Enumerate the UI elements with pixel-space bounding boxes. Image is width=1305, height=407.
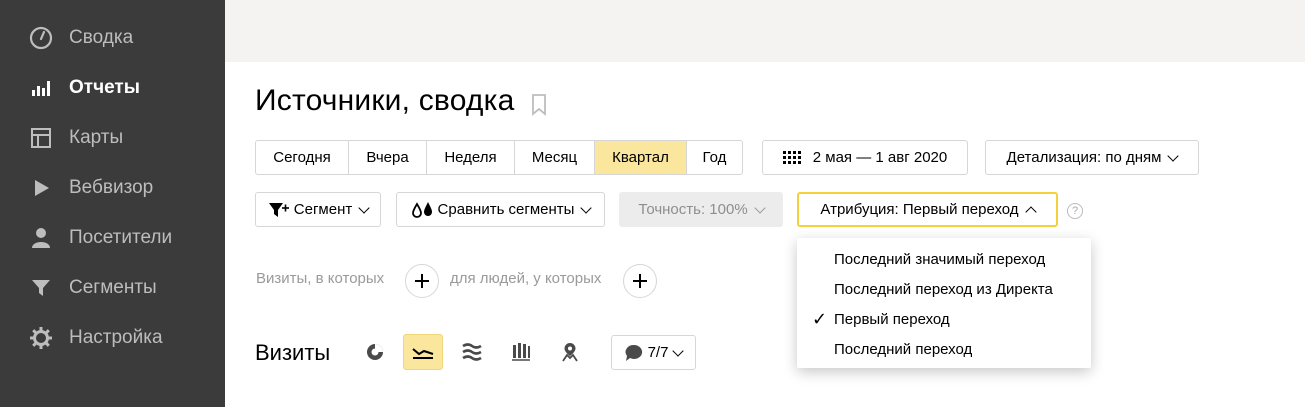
attribution-option-last[interactable]: Последний переход (797, 334, 1091, 364)
period-week-button[interactable]: Неделя (427, 141, 515, 174)
period-year-button[interactable]: Год (687, 141, 742, 174)
bookmark-icon[interactable] (531, 94, 547, 116)
plus-icon (633, 274, 647, 288)
period-quarter-button[interactable]: Квартал (595, 141, 687, 174)
compare-segments-label: Сравнить сегменты (437, 201, 575, 218)
option-label: Последний значимый переход (834, 250, 1046, 268)
attribution-option-last-direct[interactable]: Последний переход из Директа (797, 274, 1091, 304)
map-pin-icon (561, 342, 579, 362)
calendar-icon (782, 150, 801, 165)
chevron-down-icon (754, 201, 766, 214)
gauge-icon (28, 25, 54, 51)
checkmark-icon: ✓ (812, 308, 828, 329)
detail-label: Детализация: по дням (1006, 149, 1162, 166)
line-chart-icon (412, 345, 434, 359)
sidebar-item-settings[interactable]: Настройка (0, 313, 225, 363)
top-bar (225, 0, 1305, 62)
comment-icon (625, 344, 643, 362)
map-chart-button[interactable] (550, 334, 590, 370)
chevron-down-icon (672, 344, 685, 357)
attribution-option-first[interactable]: ✓ Первый переход (797, 304, 1091, 334)
chevron-down-icon (1167, 149, 1180, 162)
sidebar-item-segments[interactable]: Сегменты (0, 263, 225, 313)
option-label: Первый переход (834, 310, 950, 328)
gear-icon (28, 325, 54, 351)
sidebar-item-label: Отчеты (69, 77, 140, 98)
sidebar-item-summary[interactable]: Сводка (0, 13, 225, 63)
sidebar: Сводка Отчеты Карты Вебвизор Посетители … (0, 0, 225, 407)
series-count-dropdown[interactable]: 7/7 (611, 335, 696, 370)
chevron-up-icon (1024, 205, 1037, 218)
attribution-menu: Последний значимый переход Последний пер… (797, 238, 1091, 368)
add-people-condition-button[interactable] (623, 264, 657, 298)
period-today-button[interactable]: Сегодня (256, 141, 349, 174)
help-icon[interactable]: ? (1067, 203, 1083, 219)
funnel-icon (268, 202, 290, 218)
compare-drops-icon (411, 201, 435, 219)
period-selector: Сегодня Вчера Неделя Месяц Квартал Год (255, 140, 743, 175)
compare-segments-button[interactable]: Сравнить сегменты (396, 192, 605, 227)
sidebar-item-reports[interactable]: Отчеты (0, 63, 225, 113)
person-icon (28, 225, 54, 251)
add-visit-condition-button[interactable] (405, 264, 439, 298)
pie-chart-icon (366, 343, 384, 361)
people-condition-label: для людей, у которых (450, 270, 602, 287)
column-chart-button[interactable] (501, 334, 541, 370)
sidebar-item-label: Сводка (69, 27, 134, 48)
sidebar-item-label: Настройка (69, 327, 163, 348)
sidebar-item-label: Посетители (69, 227, 173, 248)
bar-chart-icon (28, 75, 54, 101)
chevron-down-icon (358, 201, 370, 214)
attribution-option-last-significant[interactable]: Последний значимый переход (797, 244, 1091, 274)
area-chart-icon (461, 343, 483, 361)
date-range-button[interactable]: 2 мая — 1 авг 2020 (762, 140, 968, 175)
funnel-icon (28, 275, 54, 301)
line-chart-button[interactable] (403, 334, 443, 370)
play-icon (28, 175, 54, 201)
attribution-label: Атрибуция: Первый переход (820, 201, 1019, 218)
period-yesterday-button[interactable]: Вчера (349, 141, 427, 174)
accuracy-label: Точность: 100% (638, 201, 748, 218)
option-label: Последний переход (834, 340, 973, 358)
sidebar-item-maps[interactable]: Карты (0, 113, 225, 163)
period-month-button[interactable]: Месяц (515, 141, 595, 174)
attribution-dropdown[interactable]: Атрибуция: Первый переход (797, 192, 1058, 227)
accuracy-dropdown[interactable]: Точность: 100% (619, 192, 783, 227)
sidebar-item-label: Сегменты (69, 277, 157, 298)
sidebar-item-label: Карты (69, 127, 124, 148)
segment-label: Сегмент (293, 201, 353, 218)
segment-button[interactable]: Сегмент (255, 192, 381, 227)
sidebar-item-visitors[interactable]: Посетители (0, 213, 225, 263)
page-title: Источники, сводка (255, 84, 515, 117)
column-chart-icon (511, 343, 531, 361)
series-count-label: 7/7 (647, 344, 669, 361)
map-layout-icon (28, 125, 54, 151)
date-range-label: 2 мая — 1 авг 2020 (812, 149, 948, 166)
chart-section-title: Визиты (255, 340, 331, 365)
detail-dropdown[interactable]: Детализация: по дням (985, 140, 1199, 175)
pie-chart-button[interactable] (355, 334, 395, 370)
sidebar-item-label: Вебвизор (69, 177, 154, 198)
visits-condition-label: Визиты, в которых (256, 270, 385, 287)
plus-icon (415, 274, 429, 288)
chevron-down-icon (580, 201, 593, 214)
sidebar-item-webvisor[interactable]: Вебвизор (0, 163, 225, 213)
area-chart-button[interactable] (452, 334, 492, 370)
option-label: Последний переход из Директа (834, 280, 1053, 298)
